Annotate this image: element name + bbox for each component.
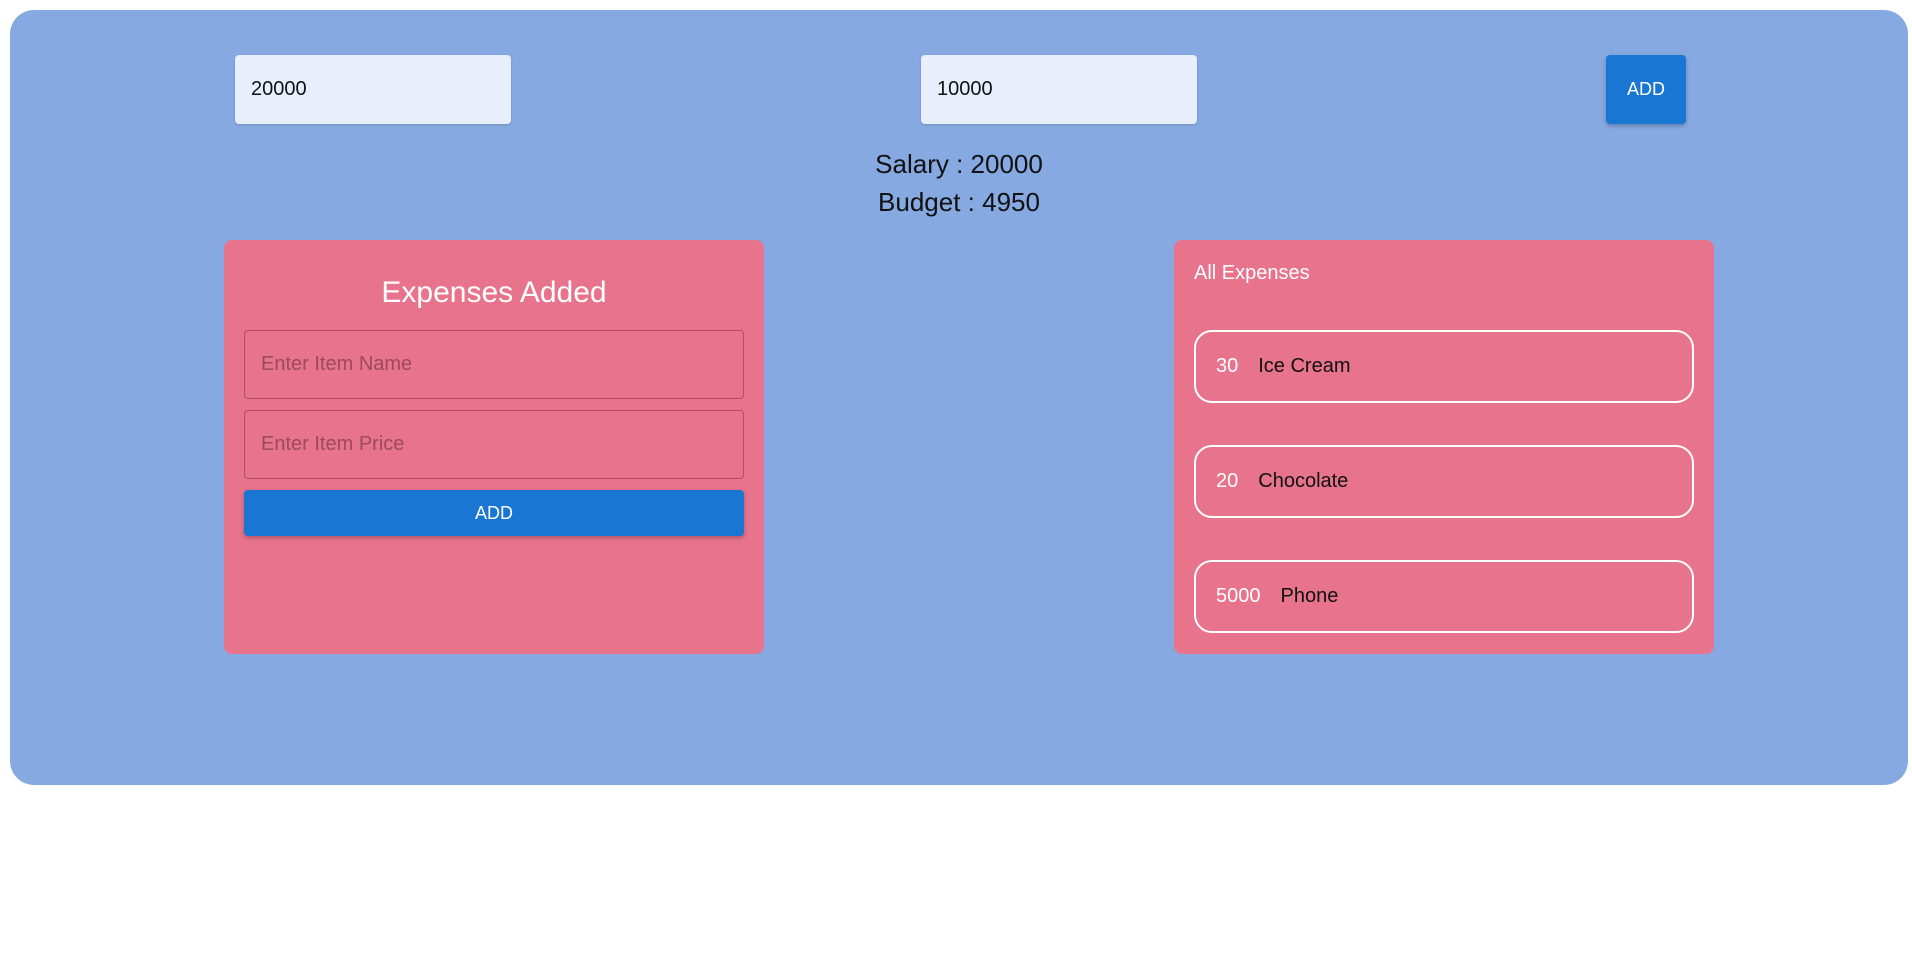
expense-item[interactable]: 5000 Phone — [1194, 560, 1694, 633]
expenses-list-title: All Expenses — [1194, 262, 1310, 284]
expense-item[interactable]: 20 Chocolate — [1194, 445, 1694, 518]
add-expense-button[interactable]: ADD — [244, 490, 744, 536]
budget-input[interactable] — [921, 55, 1197, 124]
expense-price: 20 — [1216, 470, 1239, 492]
expense-name: Chocolate — [1258, 470, 1349, 492]
salary-input[interactable] — [235, 55, 511, 124]
expense-name: Ice Cream — [1258, 355, 1351, 377]
item-price-input[interactable] — [244, 410, 744, 479]
expense-name: Phone — [1280, 585, 1339, 607]
add-salary-budget-button[interactable]: ADD — [1606, 55, 1686, 124]
app-container: ADD Salary : 20000 Budget : 4950 Expense… — [10, 10, 1908, 785]
salary-display: Salary : 20000 — [875, 149, 1043, 179]
all-expenses-panel: All Expenses 30 Ice Cream 20 Chocolate 5… — [1174, 240, 1714, 654]
item-name-input[interactable] — [244, 330, 744, 399]
expense-price: 5000 — [1216, 585, 1261, 607]
add-expense-panel: Expenses Added ADD — [224, 240, 764, 654]
expense-price: 30 — [1216, 355, 1239, 377]
expense-item[interactable]: 30 Ice Cream — [1194, 330, 1694, 403]
budget-display: Budget : 4950 — [878, 187, 1040, 217]
panel-title: Expenses Added — [381, 276, 607, 309]
